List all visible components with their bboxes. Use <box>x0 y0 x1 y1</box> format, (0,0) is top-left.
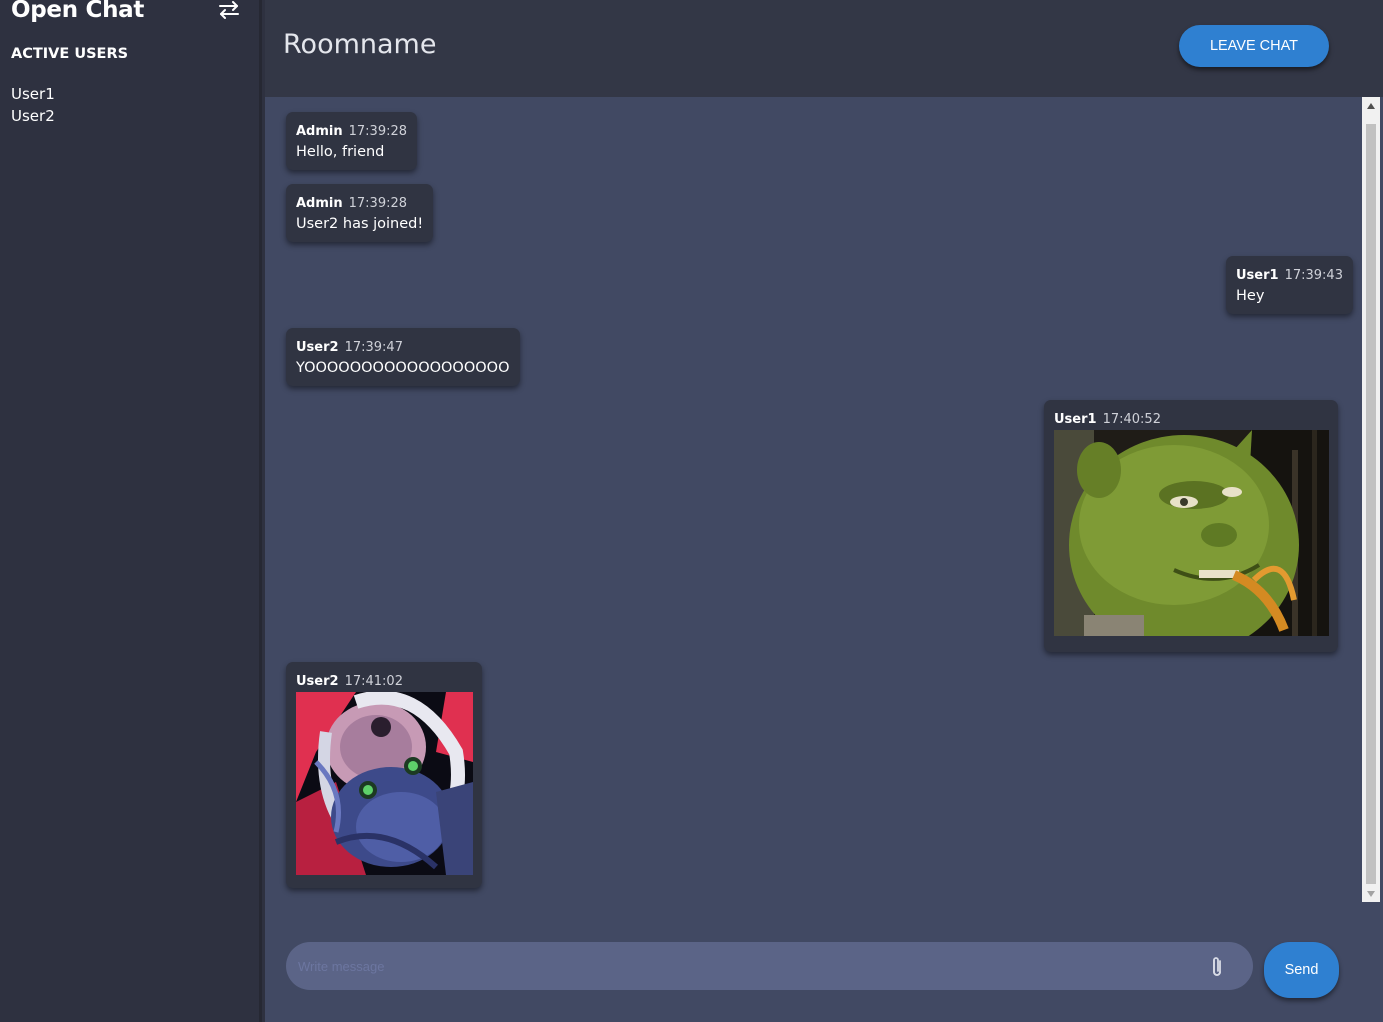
message-input[interactable] <box>298 942 1178 990</box>
chat-scrollbar[interactable] <box>1362 97 1380 902</box>
image-message-bubble: User1 17:40:52 <box>1044 400 1338 652</box>
send-button[interactable]: Send <box>1264 942 1339 998</box>
message-time: 17:39:28 <box>348 196 408 211</box>
message-time: 17:39:28 <box>348 124 408 139</box>
message-composer <box>286 942 1253 990</box>
chat-header: Roomname LEAVE CHAT <box>265 0 1383 97</box>
message-bubble: Admin 17:39:28 User2 has joined! <box>286 184 434 242</box>
message-time: 17:39:47 <box>344 340 403 355</box>
app-title: Open Chat <box>11 0 145 23</box>
scroll-down-button[interactable] <box>1362 885 1380 902</box>
message-time: 17:39:43 <box>1284 268 1343 283</box>
leave-chat-button[interactable]: LEAVE CHAT <box>1179 25 1329 67</box>
scroll-up-arrow-icon <box>1367 102 1375 109</box>
sidebar: Open Chat ACTIVE USERS User1 User2 <box>0 0 262 1022</box>
chat-area: Admin 17:39:28 Hello, friend Admin 17:39:2… <box>265 97 1383 1022</box>
paperclip-icon[interactable] <box>1207 955 1227 979</box>
message-author: User1 <box>1054 412 1097 427</box>
room-title: Roomname <box>283 29 437 60</box>
message-list: Admin 17:39:28 Hello, friend Admin 17:39:2… <box>265 97 1362 902</box>
scroll-down-arrow-icon <box>1367 890 1375 897</box>
message-text: YOOOOOOOOOOOOOOOOOO <box>296 360 510 376</box>
active-users-list: User1 User2 <box>11 83 55 127</box>
message-author: Admin <box>296 124 343 139</box>
message-text: Hey <box>1236 288 1265 304</box>
message-author: User2 <box>296 674 339 689</box>
message-author: User1 <box>1236 268 1279 283</box>
user-list-item: User2 <box>11 107 55 125</box>
image-message-bubble: User2 17:41:02 <box>286 662 482 888</box>
scroll-up-button[interactable] <box>1362 97 1380 114</box>
message-time: 17:41:02 <box>344 674 403 689</box>
scrollbar-thumb[interactable] <box>1366 124 1376 884</box>
user-list-item: User1 <box>11 85 55 103</box>
message-bubble: Admin 17:39:28 Hello, friend <box>286 112 418 170</box>
message-text: User2 has joined! <box>296 216 424 232</box>
shrek-meme-image[interactable] <box>1054 430 1329 636</box>
message-bubble: User2 17:39:47 YOOOOOOOOOOOOOOOOOO <box>286 328 520 386</box>
anime-character-image[interactable] <box>296 692 473 875</box>
message-author: User2 <box>296 340 339 355</box>
message-time: 17:40:52 <box>1102 412 1161 427</box>
active-users-heading: ACTIVE USERS <box>11 46 129 62</box>
message-text: Hello, friend <box>296 144 385 160</box>
swap-arrows-icon[interactable] <box>218 1 240 19</box>
message-author: Admin <box>296 196 343 211</box>
message-bubble: User1 17:39:43 Hey <box>1226 256 1353 314</box>
